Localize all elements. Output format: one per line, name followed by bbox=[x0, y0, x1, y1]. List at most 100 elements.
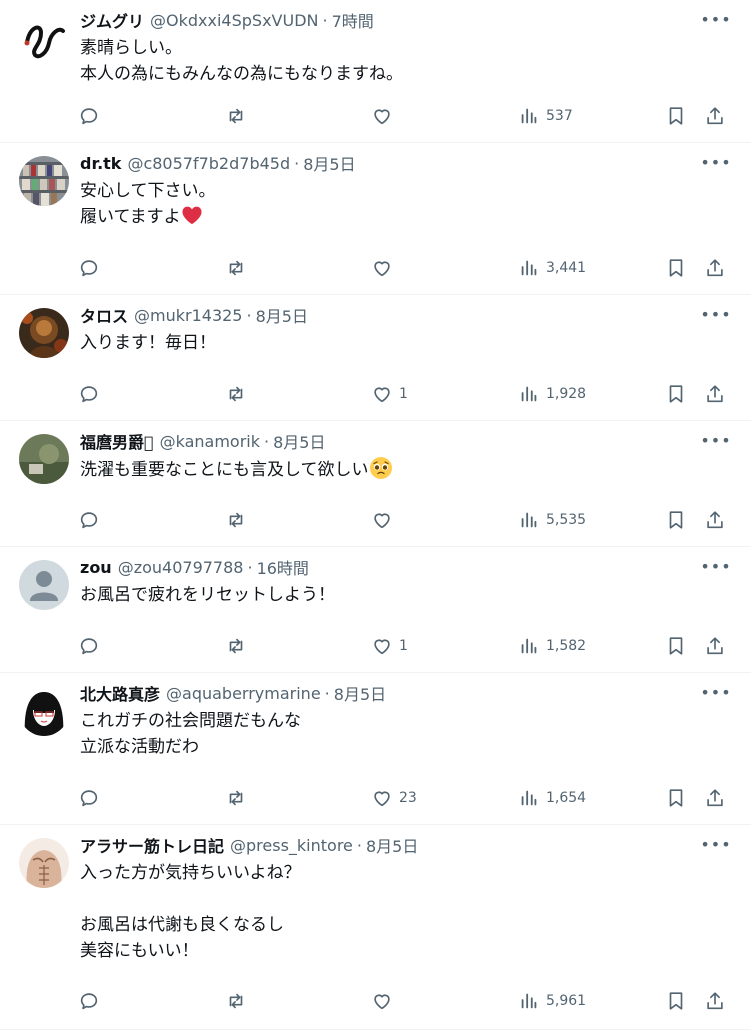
retweet-icon bbox=[229, 386, 243, 402]
avatar[interactable] bbox=[19, 308, 69, 358]
action-bar: 23 1,654 bbox=[78, 785, 731, 811]
more-options-icon[interactable]: ••• bbox=[700, 151, 731, 173]
retweet-icon bbox=[229, 108, 243, 124]
avatar[interactable] bbox=[19, 13, 69, 63]
tweet[interactable]: タロス @mukr14325 · 8月5日 ••• 入ります！毎日！ 1 1,9… bbox=[0, 295, 751, 421]
share-icon bbox=[707, 107, 723, 125]
user-handle[interactable]: @press_kintore bbox=[230, 836, 353, 855]
display-name[interactable]: 北大路真彦 bbox=[80, 681, 160, 705]
display-name[interactable]: タロス bbox=[80, 303, 128, 327]
like-button[interactable] bbox=[371, 103, 399, 129]
user-handle[interactable]: @kanamorik bbox=[160, 432, 260, 451]
tweet-text: お風呂で疲れをリセットしよう！ bbox=[80, 582, 721, 608]
display-name[interactable]: dr.tk bbox=[80, 154, 121, 173]
tweet-header: タロス @mukr14325 · 8月5日 bbox=[80, 303, 308, 327]
separator: · bbox=[264, 431, 270, 451]
avatar[interactable] bbox=[19, 560, 69, 610]
avatar[interactable] bbox=[19, 434, 69, 484]
views-button[interactable]: 1,928 bbox=[518, 381, 586, 407]
share-button[interactable] bbox=[704, 988, 726, 1014]
more-options-icon[interactable]: ••• bbox=[700, 8, 731, 30]
view-count: 537 bbox=[546, 108, 573, 124]
views-button[interactable]: 3,441 bbox=[518, 255, 586, 281]
view-count: 1,654 bbox=[546, 790, 587, 806]
more-options-icon[interactable]: ••• bbox=[700, 303, 731, 325]
share-button[interactable] bbox=[704, 255, 726, 281]
tweet[interactable]: アラサー筋トレ日記 @press_kintore · 8月5日 ••• 入った方… bbox=[0, 825, 751, 1030]
timestamp[interactable]: 8月5日 bbox=[366, 833, 418, 857]
like-button[interactable] bbox=[371, 255, 399, 281]
bookmark-button[interactable] bbox=[665, 785, 687, 811]
more-options-icon[interactable]: ••• bbox=[700, 555, 731, 577]
views-chart-icon bbox=[521, 993, 537, 1009]
views-button[interactable]: 1,582 bbox=[518, 633, 586, 659]
retweet-button[interactable] bbox=[225, 988, 247, 1014]
reply-button[interactable] bbox=[78, 988, 100, 1014]
user-handle[interactable]: @Okdxxi4SpSxVUDN bbox=[150, 11, 318, 30]
user-handle[interactable]: @zou40797788 bbox=[118, 558, 244, 577]
display-name[interactable]: アラサー筋トレ日記 bbox=[80, 833, 224, 857]
retweet-button[interactable] bbox=[225, 785, 247, 811]
views-button[interactable]: 5,535 bbox=[518, 507, 586, 533]
bookmark-button[interactable] bbox=[665, 507, 687, 533]
share-button[interactable] bbox=[704, 507, 726, 533]
share-button[interactable] bbox=[704, 103, 726, 129]
like-button[interactable]: 1 bbox=[371, 381, 408, 407]
bookmark-button[interactable] bbox=[665, 988, 687, 1014]
like-button[interactable] bbox=[371, 988, 399, 1014]
user-handle[interactable]: @c8057f7b2d7b45d bbox=[127, 154, 290, 173]
reply-button[interactable] bbox=[78, 255, 100, 281]
views-button[interactable]: 1,654 bbox=[518, 785, 586, 811]
more-options-icon[interactable]: ••• bbox=[700, 833, 731, 855]
bookmark-button[interactable] bbox=[665, 255, 687, 281]
retweet-button[interactable] bbox=[225, 633, 247, 659]
views-button[interactable]: 5,961 bbox=[518, 988, 586, 1014]
timestamp[interactable]: 8月5日 bbox=[303, 151, 355, 175]
bookmark-button[interactable] bbox=[665, 103, 687, 129]
display-name[interactable]: 福麿男爵􏿿 bbox=[80, 429, 154, 453]
tweet-line: 安心して下さい。 bbox=[80, 181, 216, 201]
retweet-icon bbox=[229, 260, 243, 276]
reply-button[interactable] bbox=[78, 785, 100, 811]
muscle-torso-icon bbox=[19, 838, 69, 888]
reply-button[interactable] bbox=[78, 507, 100, 533]
timestamp[interactable]: 8月5日 bbox=[273, 429, 325, 453]
share-button[interactable] bbox=[704, 633, 726, 659]
bookmark-button[interactable] bbox=[665, 381, 687, 407]
like-button[interactable] bbox=[371, 507, 399, 533]
bookmark-button[interactable] bbox=[665, 633, 687, 659]
share-button[interactable] bbox=[704, 785, 726, 811]
tweet[interactable]: dr.tk @c8057f7b2d7b45d · 8月5日 ••• 安心して下さ… bbox=[0, 143, 751, 295]
timestamp[interactable]: 8月5日 bbox=[256, 303, 308, 327]
avatar[interactable] bbox=[19, 838, 69, 888]
views-chart-icon bbox=[521, 108, 537, 124]
retweet-button[interactable] bbox=[225, 381, 247, 407]
views-button[interactable]: 537 bbox=[518, 103, 573, 129]
more-options-icon[interactable]: ••• bbox=[700, 429, 731, 451]
timestamp[interactable]: 16時間 bbox=[257, 555, 309, 579]
like-button[interactable]: 23 bbox=[371, 785, 417, 811]
tweet[interactable]: 福麿男爵􏿿 @kanamorik · 8月5日 ••• 洗濯も重要なことにも言及… bbox=[0, 421, 751, 547]
tweet[interactable]: ジムグリ @Okdxxi4SpSxVUDN · 7時間 ••• 素晴らしい。 本… bbox=[0, 0, 751, 143]
retweet-button[interactable] bbox=[225, 103, 247, 129]
share-icon bbox=[707, 637, 723, 655]
display-name[interactable]: ジムグリ bbox=[80, 8, 144, 32]
share-button[interactable] bbox=[704, 381, 726, 407]
user-handle[interactable]: @mukr14325 bbox=[134, 306, 242, 325]
timestamp[interactable]: 7時間 bbox=[332, 8, 374, 32]
more-options-icon[interactable]: ••• bbox=[700, 681, 731, 703]
retweet-button[interactable] bbox=[225, 507, 247, 533]
avatar[interactable] bbox=[19, 156, 69, 206]
like-button[interactable]: 1 bbox=[371, 633, 408, 659]
tweet[interactable]: 北大路真彦 @aquaberrymarine · 8月5日 ••• これガチの社… bbox=[0, 673, 751, 825]
reply-button[interactable] bbox=[78, 381, 100, 407]
like-count: 1 bbox=[399, 638, 408, 654]
reply-button[interactable] bbox=[78, 633, 100, 659]
avatar[interactable] bbox=[19, 686, 69, 736]
retweet-button[interactable] bbox=[225, 255, 247, 281]
tweet[interactable]: zou @zou40797788 · 16時間 ••• お風呂で疲れをリセットし… bbox=[0, 547, 751, 673]
user-handle[interactable]: @aquaberrymarine bbox=[166, 684, 321, 703]
display-name[interactable]: zou bbox=[80, 558, 112, 577]
reply-button[interactable] bbox=[78, 103, 100, 129]
timestamp[interactable]: 8月5日 bbox=[334, 681, 386, 705]
